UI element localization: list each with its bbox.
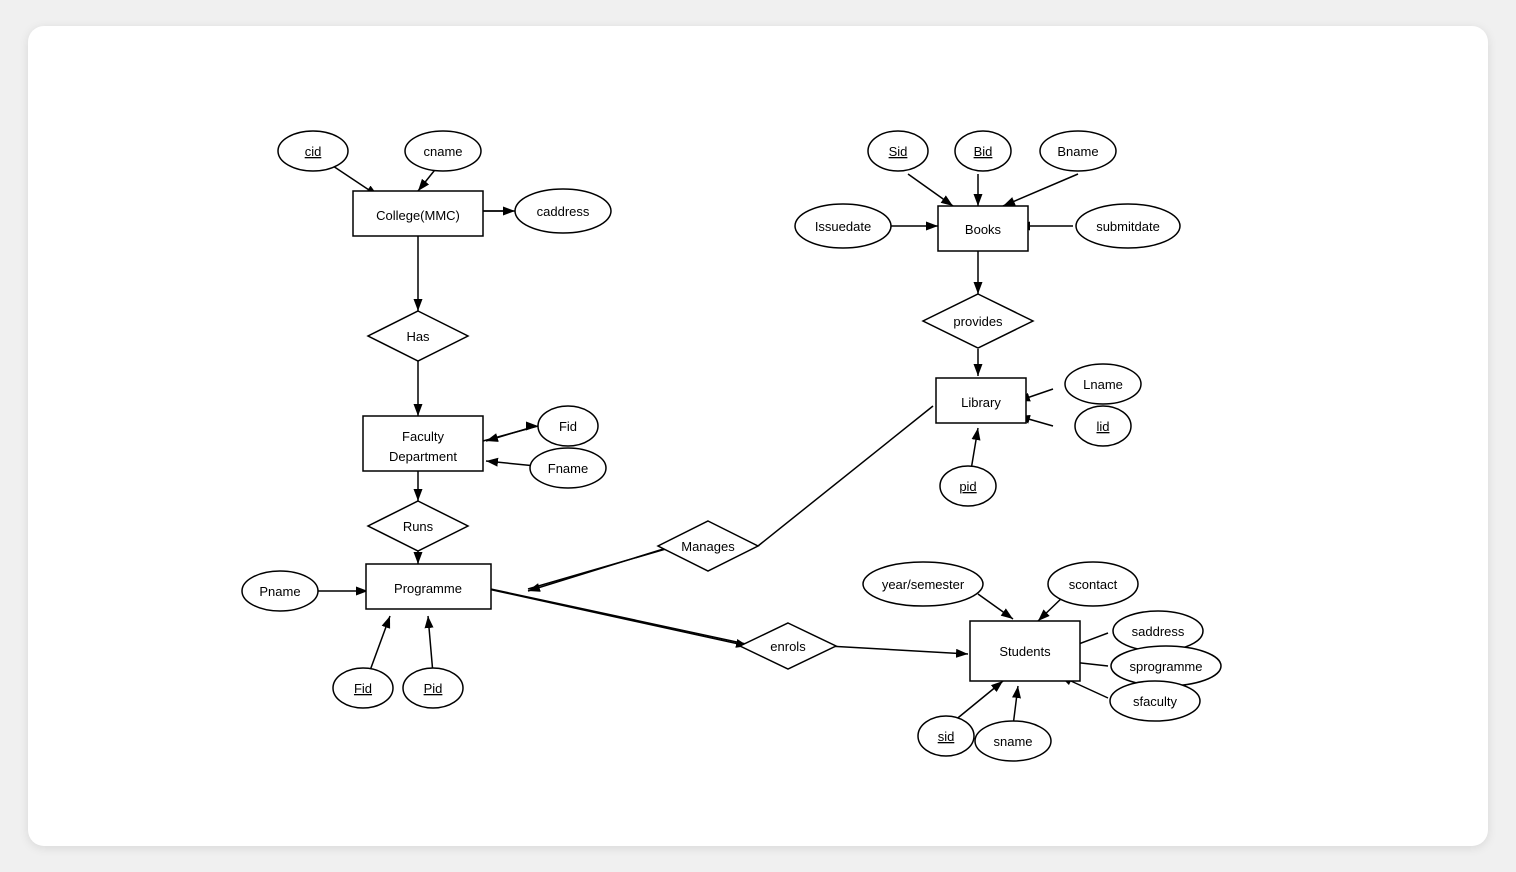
library-label: Library bbox=[961, 395, 1001, 410]
pid-text: Pid bbox=[424, 681, 443, 696]
programme-label: Programme bbox=[394, 581, 462, 596]
faculty-label-line2: Department bbox=[389, 449, 457, 464]
fid-text: Fid bbox=[559, 419, 577, 434]
students-label: Students bbox=[999, 644, 1051, 659]
fname-text: Fname bbox=[548, 461, 588, 476]
sid-students-text: sid bbox=[938, 729, 955, 744]
scontact-text: scontact bbox=[1069, 577, 1118, 592]
books-label: Books bbox=[965, 222, 1002, 237]
bname-text: Bname bbox=[1057, 144, 1098, 159]
college-label: College(MMC) bbox=[376, 208, 460, 223]
lid-text: lid bbox=[1096, 419, 1109, 434]
issuedate-text: Issuedate bbox=[815, 219, 871, 234]
cid-text: cid bbox=[305, 144, 322, 159]
submitdate-text: submitdate bbox=[1096, 219, 1160, 234]
saddress-text: saddress bbox=[1132, 624, 1185, 639]
diagram-container: College(MMC) Faculty Department Programm… bbox=[28, 26, 1488, 846]
provides-label: provides bbox=[953, 314, 1003, 329]
runs-label: Runs bbox=[403, 519, 434, 534]
bid-text: Bid bbox=[974, 144, 993, 159]
lname-text: Lname bbox=[1083, 377, 1123, 392]
sid-books-text: Sid bbox=[889, 144, 908, 159]
has-label: Has bbox=[406, 329, 430, 344]
manages-label: Manages bbox=[681, 539, 735, 554]
sfaculty-text: sfaculty bbox=[1133, 694, 1178, 709]
caddress-text: caddress bbox=[537, 204, 590, 219]
pname-text: Pname bbox=[259, 584, 300, 599]
enrols-label: enrols bbox=[770, 639, 806, 654]
yearsem-text: year/semester bbox=[882, 577, 965, 592]
lib-pid-text: pid bbox=[959, 479, 976, 494]
sprogramme-text: sprogramme bbox=[1130, 659, 1203, 674]
cname-text: cname bbox=[423, 144, 462, 159]
faculty-label-line1: Faculty bbox=[402, 429, 444, 444]
sname-text: sname bbox=[993, 734, 1032, 749]
fid2-text: Fid bbox=[354, 681, 372, 696]
